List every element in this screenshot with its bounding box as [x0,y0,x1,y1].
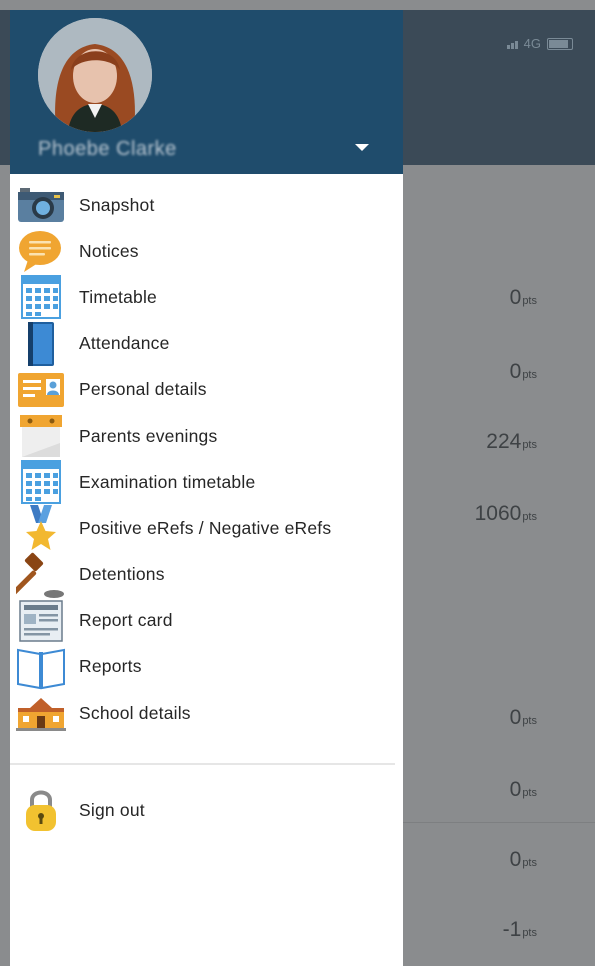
camera-icon [18,188,64,223]
menu-item-label: School details [79,702,191,723]
speech-bubble-icon [19,231,61,273]
menu-item-attendance[interactable]: Attendance [10,321,403,367]
points-value: 1060pts [474,502,537,525]
menu-item-label: Examination timetable [79,471,256,492]
menu-item-label: Report card [79,610,173,631]
menu-item-parents-evenings[interactable]: Parents evenings [10,413,403,459]
menu-item-personal-details[interactable]: Personal details [10,367,403,413]
star-medal-icon [26,505,56,551]
sign-out-button[interactable]: Sign out [10,787,403,833]
menu-item-label: Parents evenings [79,425,218,446]
menu-item-notices[interactable]: Notices [10,228,403,274]
avatar[interactable] [38,18,152,132]
menu-item-label: Personal details [79,379,207,400]
desk-calendar-icon [20,415,62,458]
menu-item-label: Reports [79,656,142,677]
menu-item-label: Snapshot [79,194,155,215]
menu-item-label: Detentions [79,564,165,585]
menu-item-report-card[interactable]: Report card [10,598,403,644]
points-value: 224pts [486,430,537,453]
padlock-icon [26,790,56,831]
points-value: 0pts [509,778,537,801]
calendar-grid-icon [21,460,61,505]
open-book-icon [17,648,65,690]
gavel-icon [16,552,64,598]
status-bar: 4G [506,36,573,51]
points-value: 0pts [509,360,537,383]
network-label: 4G [523,36,541,51]
chevron-down-icon[interactable] [350,136,374,160]
register-book-icon [28,321,54,366]
drawer-header: Phoebe Clarke [10,10,403,174]
menu-item-label: Attendance [79,333,170,354]
points-value: -1pts [502,918,537,941]
id-card-icon [18,372,64,407]
menu-item-reports[interactable]: Reports [10,644,403,690]
navigation-drawer: Phoebe Clarke Snapshot Notices Timetable… [10,10,403,966]
menu-item-label: Timetable [79,286,157,307]
points-value: 0pts [509,706,537,729]
menu-item-timetable[interactable]: Timetable [10,274,403,320]
menu-item-detentions[interactable]: Detentions [10,552,403,598]
calendar-grid-icon [21,275,61,320]
drawer-menu: Snapshot Notices Timetable Attendance Pe… [10,182,403,736]
menu-divider [10,763,395,765]
battery-icon [547,37,573,50]
signal-icon [506,39,518,49]
menu-item-label: Notices [79,240,139,261]
school-building-icon [16,698,66,732]
points-value: 0pts [509,848,537,871]
report-card-icon [19,600,63,642]
menu-item-erefs[interactable]: Positive eRefs / Negative eRefs [10,505,403,551]
user-name: Phoebe Clarke [38,138,177,160]
row-divider [403,822,595,823]
points-value: 0pts [509,286,537,309]
menu-item-snapshot[interactable]: Snapshot [10,182,403,228]
sign-out-label: Sign out [79,799,145,820]
menu-item-label: Positive eRefs / Negative eRefs [79,517,332,538]
menu-item-school-details[interactable]: School details [10,690,403,736]
menu-item-examination-timetable[interactable]: Examination timetable [10,459,403,505]
